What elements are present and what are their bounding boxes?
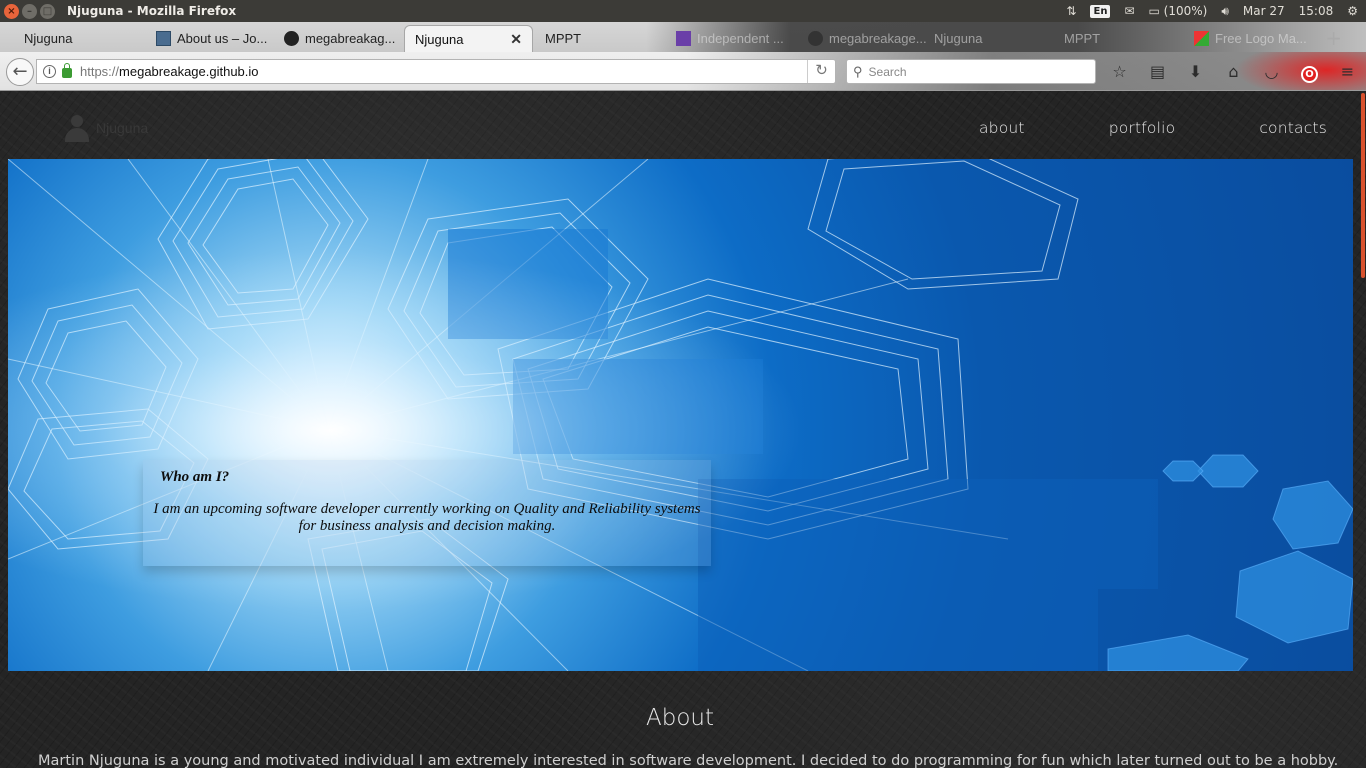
intro-text: I am an upcoming software developer curr… [153,501,701,534]
tab-about-us[interactable]: About us – Jo... [146,25,274,52]
hamburger-menu-icon[interactable]: ≡ [1334,60,1361,84]
url-scheme: https:// [80,64,120,79]
browser-tab-strip: Njuguna About us – Jo... megabreakag... … [0,22,1366,52]
about-section-title: About [645,705,714,731]
battery-level: (100%) [1163,4,1208,18]
web-page: Njuguna about portfolio contacts Who am … [0,91,1366,768]
intro-heading: Who am I? [160,469,230,485]
address-bar[interactable]: i https:// megabreakage.github.io ↻ [36,59,836,84]
tab-njuguna-active[interactable]: Njuguna ✕ [404,25,533,52]
nav-link-contacts[interactable]: contacts [1259,119,1327,137]
tab-label: MPPT [1064,31,1101,46]
mail-icon[interactable]: ✉ [1124,4,1134,18]
tab-megabreakage-2[interactable]: megabreakage... [800,25,928,52]
page-icon [156,31,171,46]
page-scrollbar[interactable] [1360,91,1366,768]
gear-icon[interactable]: ⚙ [1347,4,1358,18]
toolbar-icons: ☆ ▤ ⬇ ⌂ ◡ O ≡ [1106,60,1361,84]
bookmarks-menu-icon[interactable]: ▤ [1144,60,1171,84]
tab-label: MPPT [545,31,582,46]
logo-icon [1194,31,1209,46]
tab-njuguna-2[interactable]: Njuguna [930,25,1058,52]
network-icon[interactable]: ⇅ [1066,4,1076,18]
reload-icon[interactable]: ↻ [807,60,835,83]
window-title: Njuguna - Mozilla Firefox [67,4,237,18]
battery-indicator[interactable]: ▭ (100%) [1149,4,1208,18]
tab-mppt-2[interactable]: MPPT [1060,25,1188,52]
tab-label: About us – Jo... [177,31,268,46]
bookmark-star-icon[interactable]: ☆ [1106,60,1133,84]
system-indicators: ⇅ En ✉ ▭ (100%) 🔊︎ Mar 27 15:08 ⚙ [1066,4,1366,19]
tab-label: Njuguna [415,31,464,47]
close-tab-icon[interactable]: ✕ [510,31,522,48]
nav-link-portfolio[interactable]: portfolio [1109,119,1176,137]
github-icon [808,31,823,46]
pocket-icon[interactable]: ◡ [1258,60,1285,84]
lock-icon[interactable] [62,63,72,78]
site-brand[interactable]: Njuguna [62,113,148,143]
date-label[interactable]: Mar 27 [1243,4,1285,18]
window-minimize-button[interactable]: – [22,3,37,19]
tab-megabreakage-1[interactable]: megabreakag... [276,25,404,52]
site-nav: about portfolio contacts [979,119,1327,137]
tab-label: megabreakag... [305,31,396,46]
list-icon [676,31,691,46]
os-top-panel: × – □ Njuguna - Mozilla Firefox ⇅ En ✉ ▭… [0,0,1366,22]
user-avatar-icon [62,113,92,143]
opera-icon[interactable]: O [1296,60,1323,84]
window-close-button[interactable]: × [4,3,19,19]
brand-name: Njuguna [96,120,149,136]
about-section-text: Martin Njuguna is a young and motivated … [38,753,1338,768]
tab-mppt-1[interactable]: MPPT [535,25,663,52]
window-maximize-button[interactable]: □ [40,3,55,19]
home-icon[interactable]: ⌂ [1220,60,1247,84]
volume-icon[interactable]: 🔊︎ [1221,4,1229,19]
tab-njuguna-1[interactable]: Njuguna [0,25,145,52]
search-bar[interactable]: ⚲ Search [846,59,1096,84]
tab-label: megabreakage... [829,31,927,46]
search-placeholder: Search [868,64,907,79]
download-icon[interactable]: ⬇ [1182,60,1209,84]
battery-icon: ▭ [1148,4,1160,18]
url-host: megabreakage.github.io [119,64,259,79]
tab-label: Free Logo Ma... [1215,31,1307,46]
github-icon [284,31,299,46]
scrollbar-thumb[interactable] [1361,93,1365,278]
tab-label: Njuguna [934,31,983,46]
back-button[interactable]: ← [6,58,34,86]
hero-background-graphic [8,159,1353,671]
nav-link-about[interactable]: about [979,119,1025,137]
site-info-icon[interactable]: i [43,65,56,78]
search-icon: ⚲ [853,63,863,79]
hero-banner: Who am I? I am an upcoming software deve… [8,159,1353,671]
site-header: Njuguna about portfolio contacts [0,91,1360,159]
tab-free-logo[interactable]: Free Logo Ma... [1190,25,1318,52]
window-controls: × – □ [4,3,55,19]
new-tab-plus-icon[interactable]: + [1325,26,1342,50]
time-label[interactable]: 15:08 [1299,4,1334,18]
keyboard-layout-indicator[interactable]: En [1090,4,1111,18]
tab-label: Independent ... [697,31,784,46]
back-arrow-icon: ← [12,61,28,82]
browser-nav-bar: ← i https:// megabreakage.github.io ↻ ⚲ … [0,52,1366,91]
tab-label: Njuguna [24,31,73,46]
tab-independent[interactable]: Independent ... [668,25,796,52]
intro-card: Who am I? I am an upcoming software deve… [143,460,711,566]
